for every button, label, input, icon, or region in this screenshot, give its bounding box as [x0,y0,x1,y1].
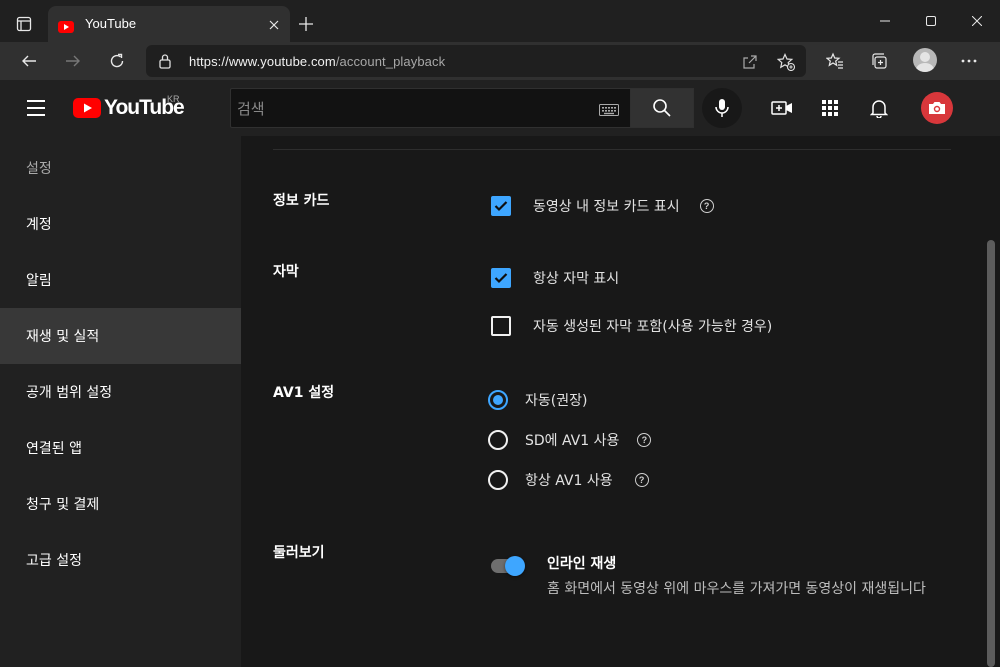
minimize-icon[interactable] [862,0,908,42]
browser-tab-bar: YouTube [0,0,1000,42]
av1-always-radio[interactable] [488,470,508,490]
sidebar-item-privacy[interactable]: 공개 범위 설정 [0,364,241,420]
maximize-icon[interactable] [908,0,954,42]
settings-main: 정보 카드 동영상 내 정보 카드 표시 ? 자막 항상 자막 표시 자동 생성… [241,136,1000,667]
captions-always-text: 항상 자막 표시 [533,271,620,287]
apps-grid-icon[interactable] [816,94,844,122]
info-cards-option: 동영상 내 정보 카드 표시 ? [491,196,714,216]
add-favorite-icon[interactable] [776,52,796,72]
toggle-knob [505,556,525,576]
new-tab-icon[interactable] [294,12,318,36]
av1-option-sd: SD에 AV1 사용 ? [488,430,652,450]
favorites-icon[interactable] [821,47,849,75]
browse-label: 둘러보기 [273,545,325,561]
info-cards-checkbox[interactable] [491,196,511,216]
captions-auto-text: 자동 생성된 자막 포함(사용 가능한 경우) [533,319,773,335]
av1-auto-text: 자동(권장) [525,393,588,409]
browser-tab[interactable]: YouTube [48,6,290,42]
captions-option-auto: 자동 생성된 자막 포함(사용 가능한 경우) [491,316,772,336]
av1-sd-radio[interactable] [488,430,508,450]
menu-icon[interactable] [22,94,50,122]
browser-toolbar: https://www.youtube.com/account_playback [0,42,1000,80]
av1-label: AV1 설정 [273,385,335,401]
av1-auto-radio[interactable] [488,390,508,410]
av1-sd-help-icon[interactable]: ? [637,433,652,447]
tab-actions-icon[interactable] [8,10,40,38]
url-host: https://www.youtube.com [189,54,336,69]
captions-label: 자막 [273,264,299,280]
sidebar-item-notifications[interactable]: 알림 [0,252,241,308]
captions-option-always: 항상 자막 표시 [491,268,619,288]
lock-icon[interactable] [158,53,172,73]
search-icon [653,99,671,117]
notifications-bell-icon[interactable] [865,94,893,122]
checkmark-icon [494,273,508,284]
youtube-play-icon [73,98,101,118]
tab-title: YouTube [85,16,137,31]
youtube-logo[interactable]: YouTube KR [73,94,185,120]
close-window-icon[interactable] [954,0,1000,42]
close-tab-icon[interactable] [264,15,284,35]
av1-always-help-icon[interactable]: ? [634,473,649,487]
region-code: KR [167,94,180,104]
section-divider [273,149,951,150]
forward-arrow-icon[interactable] [59,47,87,75]
inline-playback-toggle[interactable] [489,556,527,576]
create-video-icon[interactable] [768,94,796,122]
more-options-icon[interactable] [955,47,983,75]
info-cards-label: 정보 카드 [273,193,330,209]
inline-playback-description: 홈 화면에서 동영상 위에 마우스를 가져가면 동영상이 재생됩니다 [547,581,926,597]
sidebar-item-playback[interactable]: 재생 및 실적 [0,308,241,364]
camera-icon [929,102,945,114]
browser-profile-avatar[interactable] [913,48,937,72]
sidebar-item-billing[interactable]: 청구 및 결제 [0,476,241,532]
av1-option-always: 항상 AV1 사용 ? [488,470,649,490]
microphone-icon [715,99,729,117]
sidebar-item-advanced[interactable]: 고급 설정 [0,532,241,588]
av1-option-auto: 자동(권장) [488,390,587,410]
account-avatar[interactable] [921,92,953,124]
av1-sd-text: SD에 AV1 사용 [525,433,620,449]
search-input[interactable] [237,97,587,121]
back-arrow-icon[interactable] [15,47,43,75]
checkmark-icon [494,201,508,212]
voice-search-button[interactable] [702,88,742,128]
sidebar-item-account[interactable]: 계정 [0,196,241,252]
sidebar-item-connected-apps[interactable]: 연결된 앱 [0,420,241,476]
refresh-icon[interactable] [103,47,131,75]
open-in-app-icon[interactable] [740,52,760,72]
address-bar[interactable]: https://www.youtube.com/account_playback [146,45,806,77]
url-text: https://www.youtube.com/account_playback [189,54,445,69]
info-cards-option-text: 동영상 내 정보 카드 표시 [533,199,680,215]
keyboard-icon[interactable] [599,101,619,120]
settings-sidebar: 설정 계정 알림 재생 및 실적 공개 범위 설정 연결된 앱 청구 및 결제 … [0,136,241,667]
collections-icon[interactable] [865,47,893,75]
url-path: /account_playback [335,54,446,69]
page-scrollbar[interactable] [987,240,995,667]
search-button[interactable] [630,88,694,128]
sidebar-heading: 설정 [26,161,52,177]
youtube-favicon-icon [58,18,74,37]
captions-auto-checkbox[interactable] [491,316,511,336]
info-cards-help-icon[interactable]: ? [699,199,714,213]
captions-always-checkbox[interactable] [491,268,511,288]
inline-playback-title: 인라인 재생 [547,556,617,572]
youtube-header: YouTube KR [0,80,1000,136]
av1-always-text: 항상 AV1 사용 [525,473,613,489]
search-box [230,88,630,128]
